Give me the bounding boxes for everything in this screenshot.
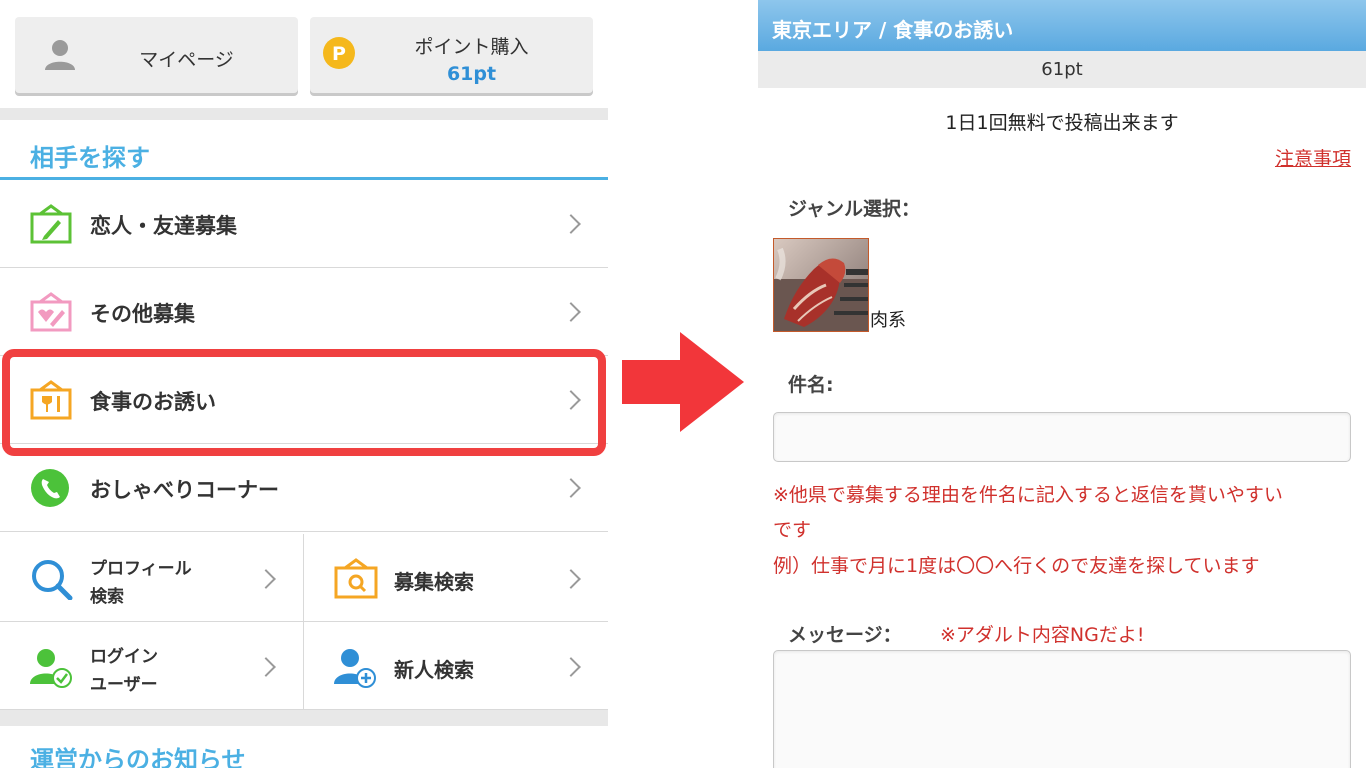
left-menu-screen: マイページ P ポイント購入 61pt 相手を探す 恋人・友達募集 その他募集 … [0,0,608,768]
arrow-right-icon [622,332,744,432]
subject-hint-line2: です [773,519,812,541]
newcomer-search-button[interactable]: 新人検索 [304,622,608,710]
subject-label: 件名: [788,374,834,396]
genre-label: ジャンル選択： [788,198,921,220]
chevron-right-icon [561,302,581,322]
genre-value: 肉系 [870,310,906,331]
mypage-label: マイページ [139,49,234,71]
message-label: メッセージ： [788,624,902,646]
menu-label: 恋人・友達募集 [90,214,237,238]
genre-meat-thumbnail[interactable] [773,238,869,332]
divider [0,108,608,120]
chevron-right-icon [256,569,276,589]
post-form-screen: 東京エリア / 食事のお誘い 61pt 1日1回無料で投稿出来ます 注意事項 ジ… [758,0,1366,768]
user-icon [45,40,75,70]
chevron-right-icon [561,214,581,234]
chevron-right-icon [561,569,581,589]
green-pencil-board-icon [30,204,72,244]
login-users-label-line2: ユーザー [90,675,158,695]
menu-label: その他募集 [90,302,195,326]
menu-item-partner-recruit[interactable]: 恋人・友達募集 [0,180,608,268]
login-users-button[interactable]: ログイン ユーザー [0,622,304,710]
top-button-bar: マイページ P ポイント購入 61pt [0,0,608,108]
svg-text:P: P [332,43,346,65]
pink-pencil-board-icon [30,292,72,332]
header-bar: 東京エリア / 食事のお誘い [758,0,1366,51]
caution-link[interactable]: 注意事項 [1275,144,1351,171]
point-balance-bar: 61pt [758,51,1366,88]
menu-label: おしゃべりコーナー [90,478,279,502]
user-add-icon [334,649,376,688]
menu-item-other-recruit[interactable]: その他募集 [0,268,608,356]
profile-search-label-line2: 検索 [90,587,124,607]
profile-search-button[interactable]: プロフィール 検索 [0,534,304,622]
mypage-button[interactable]: マイページ [15,17,298,93]
recruit-search-button[interactable]: 募集検索 [304,534,608,622]
board-search-icon [334,558,378,599]
message-textarea[interactable] [773,650,1351,768]
menu-item-chat-corner[interactable]: おしゃべりコーナー [0,444,608,532]
grilled-meat-image [774,239,868,331]
chevron-right-icon [256,657,276,677]
highlight-frame [2,349,606,456]
point-purchase-label: ポイント購入 [414,36,529,58]
search-icon [32,560,73,600]
point-purchase-button[interactable]: P ポイント購入 61pt [310,17,593,93]
login-users-label-line1: ログイン [90,647,158,667]
section-title-news: 運営からのお知らせ [30,746,246,768]
chevron-right-icon [561,657,581,677]
profile-search-label-line1: プロフィール [90,559,192,579]
divider [0,710,608,726]
subject-hint-line1: ※他県で募集する理由を件名に記入すると返信を貰いやすい [773,484,1283,506]
chevron-right-icon [561,478,581,498]
page-title: 東京エリア / 食事のお誘い [772,18,1014,42]
user-check-icon [30,649,72,688]
section-title-find: 相手を探す [30,144,150,172]
recruit-search-label: 募集検索 [394,570,474,594]
subject-example: 例）仕事で月に1度は〇〇へ行くので友達を探しています [773,555,1260,577]
free-post-notice: 1日1回無料で投稿出来ます [945,112,1179,134]
subject-input[interactable] [773,412,1351,462]
newcomer-search-label: 新人検索 [394,658,474,682]
adult-content-warning: ※アダルト内容NGだよ! [940,624,1145,646]
phone-icon [31,469,69,507]
point-balance: 61pt [446,63,497,85]
